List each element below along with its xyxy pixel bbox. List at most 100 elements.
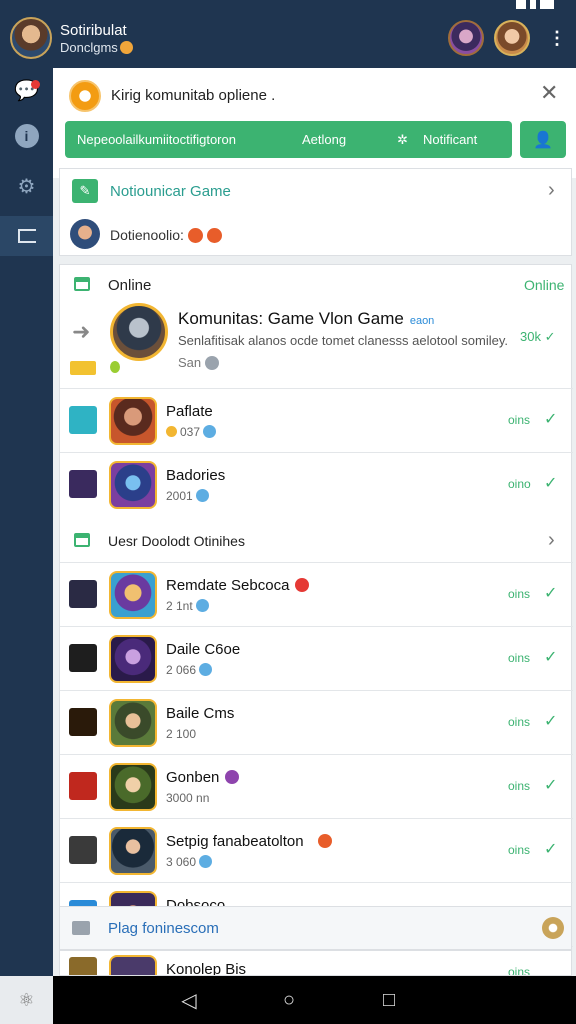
angry-emoji-icon [187, 228, 203, 243]
game-tile-icon [69, 406, 97, 434]
game-tile-icon [69, 836, 97, 864]
back-icon[interactable]: ◁ [175, 986, 203, 1014]
community-action-bar[interactable]: Nepeoolailkumiitoctifigtoron Aetlong ✲ N… [65, 121, 512, 158]
notification-text: Dotienoolio: [110, 227, 222, 243]
top-bar: Sotiribulat Donclgms ⋮ [0, 0, 576, 68]
folder-icon [72, 921, 90, 935]
check-icon[interactable]: ✓ [544, 473, 557, 493]
user-icon: 👤 [533, 131, 553, 149]
check-icon[interactable]: ✓ [544, 409, 557, 429]
close-icon[interactable]: ✕ [540, 82, 558, 104]
recents-icon[interactable]: □ [375, 986, 403, 1014]
list-item[interactable]: Daile C6oe 2 066 oins ✓ [60, 627, 573, 691]
game-tile-icon [69, 644, 97, 672]
game-list: Online Online ➜ Komunitas: Game Vlon Gam… [59, 264, 573, 976]
emoji-icon [119, 41, 133, 54]
check-icon[interactable]: ✓ [544, 775, 557, 795]
game-name: Konolep Bis [166, 961, 247, 976]
game-sub: 2 100 [166, 727, 197, 741]
verified-badge-icon [225, 770, 240, 784]
community-meta: San [178, 355, 220, 370]
notification-badge [31, 80, 40, 89]
header-title: Sotiribulat [60, 22, 127, 39]
alert-card: Kirig komunitab opliene . ✕ Nepeoolailku… [53, 68, 576, 178]
more-menu-icon[interactable]: ⋮ [548, 28, 566, 48]
add-user-button[interactable]: 👤 [520, 121, 566, 158]
game-sub: 2 1nt [166, 599, 209, 613]
list-item[interactable]: Konolep Bis oins [59, 950, 572, 976]
list-item[interactable]: Paflate 037 oins ✓ [60, 389, 573, 453]
info-dot-icon [205, 356, 220, 370]
notification-card[interactable]: ✎ Notiounicar Game › Dotienoolio: [59, 168, 572, 256]
game-name: Gonben [166, 769, 240, 786]
status-label: oins [508, 843, 531, 857]
sidebar-info[interactable]: i [0, 116, 53, 156]
bottom-link-bar[interactable]: Plag foninescom [59, 906, 572, 950]
pages-icon [17, 229, 36, 243]
check-icon[interactable]: ✓ [544, 647, 557, 667]
game-name: Remdate Sebcoca [166, 577, 310, 594]
rank-tag-icon [70, 361, 96, 375]
game-thumbnail [109, 955, 157, 975]
status-label: oins [508, 651, 531, 665]
alert-icon [69, 80, 101, 112]
game-tile-icon [69, 470, 97, 498]
status-label: oins [508, 779, 531, 793]
bottom-link-text[interactable]: Plag foninescom [108, 920, 219, 937]
game-name: Daile C6oe [166, 641, 241, 658]
status-label: oins [508, 587, 531, 601]
check-icon[interactable]: ✓ [544, 839, 557, 859]
sidebar-chat[interactable]: 💬 [0, 70, 53, 110]
chevron-right-icon[interactable]: › [548, 529, 555, 552]
notification-toggle[interactable]: Notificant [423, 132, 477, 147]
game-tile-icon [69, 957, 97, 975]
header-subtitle: Donclgms [60, 40, 133, 55]
section-title: Uesr Doolodt Otinihes [108, 533, 245, 549]
sparkle-icon: ✲ [397, 132, 408, 147]
action-bar-label: Nepeoolailkumiitoctifigtoron [77, 132, 236, 147]
list-item[interactable]: Setpig fanabeatolton 3 060 oins ✓ [60, 819, 573, 883]
status-label: oins [508, 715, 531, 729]
list-item[interactable]: Baile Cms 2 100 oins ✓ [60, 691, 573, 755]
nav-home-app[interactable]: ⚛ [0, 976, 53, 1024]
friend-avatar-1[interactable] [448, 20, 484, 56]
featured-community[interactable]: ➜ Komunitas: Game Vlon Game eaon Senlafit… [60, 299, 573, 389]
game-thumbnail [109, 763, 157, 811]
status-label: oino [508, 477, 531, 491]
home-icon[interactable]: ○ [275, 986, 303, 1014]
action-bar-tab[interactable]: Aetlong [302, 132, 346, 147]
game-sub: 2 066 [166, 663, 213, 677]
chevron-right-icon[interactable]: › [548, 179, 555, 202]
game-name: Baile Cms [166, 705, 235, 722]
sidebar-settings[interactable]: ⚙ [0, 166, 53, 206]
sidebar-pages[interactable] [0, 216, 53, 256]
game-tile-icon [69, 772, 97, 800]
section-header[interactable]: Uesr Doolodt Otinihes › [60, 519, 573, 563]
game-sub: 037 [166, 425, 217, 439]
game-name: Paflate [166, 403, 213, 420]
status-label: oins [508, 413, 531, 427]
game-tile-icon [69, 580, 97, 608]
check-icon[interactable]: ✓ [544, 711, 557, 731]
info-icon [199, 855, 213, 868]
game-name: Setpig fanabeatolton [166, 833, 332, 850]
profile-avatar[interactable] [10, 17, 52, 59]
game-sub: 2001 [166, 489, 209, 503]
game-name: Badories [166, 467, 226, 484]
alert-text: Kirig komunitab opliene . [111, 87, 276, 104]
game-sub: 3000 nn [166, 791, 210, 805]
system-nav-bar: ⚛ ◁ ○ □ [0, 976, 576, 1024]
friend-avatar-2[interactable] [494, 20, 530, 56]
list-item[interactable]: Badories 2001 oino ✓ [60, 453, 573, 517]
info-icon [203, 425, 217, 438]
info-icon [195, 599, 209, 612]
coin-icon [166, 426, 177, 437]
list-item[interactable]: Remdate Sebcoca 2 1nt oins ✓ [60, 563, 573, 627]
game-thumbnail [109, 397, 157, 445]
status-label: oins [508, 965, 531, 976]
check-icon[interactable]: ✓ [544, 583, 557, 603]
atom-icon: ⚛ [18, 989, 35, 1010]
list-icon [74, 533, 90, 547]
edit-icon: ✎ [72, 179, 98, 203]
list-item[interactable]: Gonben 3000 nn oins ✓ [60, 755, 573, 819]
